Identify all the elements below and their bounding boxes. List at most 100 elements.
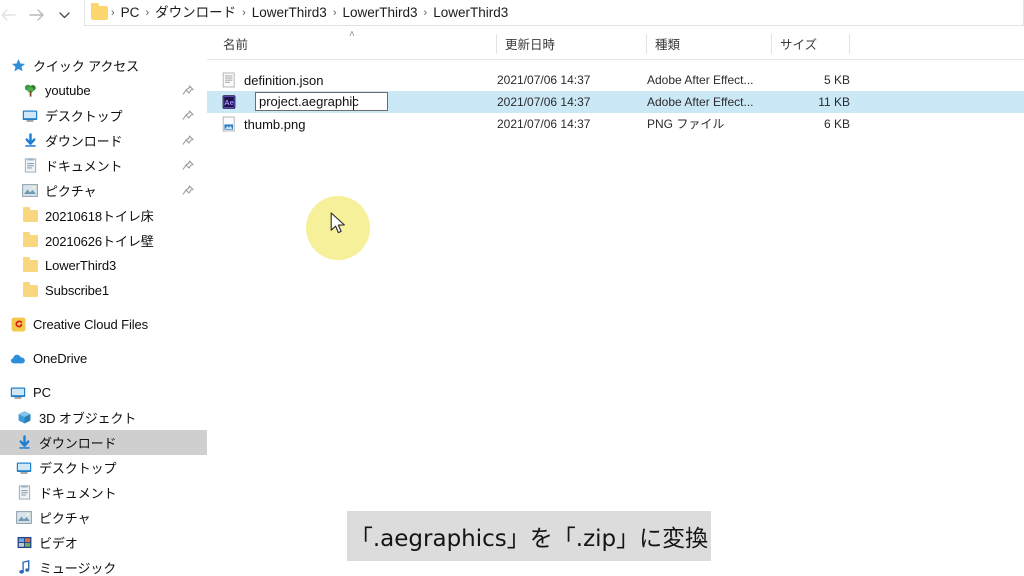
folder-icon: [20, 232, 40, 250]
pictures-icon: [14, 509, 34, 527]
column-header-date-modified[interactable]: 更新日時: [497, 29, 647, 59]
table-row[interactable]: definition.json 2021/07/06 14:37 Adobe A…: [207, 69, 1024, 91]
file-type-cell: PNG ファイル: [647, 117, 725, 131]
column-header-type[interactable]: 種類: [647, 29, 772, 59]
file-type-cell: Adobe After Effect...: [647, 95, 754, 109]
sidebar-item-label: youtube: [45, 83, 91, 98]
folder-icon: [20, 257, 40, 275]
sidebar-item-pictures[interactable]: ピクチャ: [0, 178, 207, 203]
folder-icon: [20, 282, 40, 300]
sidebar-item-downloads-pc[interactable]: ダウンロード: [0, 430, 207, 455]
breadcrumb-item-downloads[interactable]: ダウンロード: [150, 1, 241, 25]
file-type-cell: Adobe After Effect...: [647, 73, 754, 87]
pc-icon: [8, 384, 28, 402]
sidebar-item-videos[interactable]: ビデオ: [0, 530, 207, 555]
sidebar-item-label: ダウンロード: [45, 134, 123, 149]
videos-icon: [14, 534, 34, 552]
recent-locations-button[interactable]: [50, 2, 78, 28]
documents-icon: [20, 157, 40, 175]
breadcrumb-item-lowerthird3-2[interactable]: LowerThird3: [338, 1, 423, 25]
breadcrumb-item-lowerthird3-1[interactable]: LowerThird3: [247, 1, 332, 25]
json-file-icon: [221, 72, 237, 88]
sidebar-item-documents[interactable]: ドキュメント: [0, 153, 207, 178]
breadcrumb-item-pc[interactable]: PC: [116, 1, 145, 25]
column-header-label: 種類: [655, 38, 681, 52]
text-cursor: [353, 96, 354, 110]
mouse-cursor: [306, 196, 370, 260]
sidebar-item-label: デスクトップ: [45, 109, 123, 124]
sidebar-item-documents-pc[interactable]: ドキュメント: [0, 480, 207, 505]
sidebar-item-desktop-pc[interactable]: デスクトップ: [0, 455, 207, 480]
column-divider[interactable]: [849, 34, 850, 54]
sidebar-item-desktop[interactable]: デスクトップ: [0, 103, 207, 128]
sidebar-item-label: 20210626トイレ壁: [45, 234, 154, 249]
sidebar-item-onedrive[interactable]: OneDrive: [0, 346, 207, 371]
breadcrumb-item-lowerthird3-3[interactable]: LowerThird3: [428, 1, 513, 25]
download-icon: [20, 132, 40, 150]
file-name-cell[interactable]: thumb.png: [221, 113, 305, 135]
after-effects-file-icon: Ae: [221, 94, 237, 110]
file-name-cell[interactable]: Ae project.aegraphic: [221, 91, 388, 113]
svg-text:Ae: Ae: [224, 98, 233, 107]
sidebar-item-pictures-pc[interactable]: ピクチャ: [0, 505, 207, 530]
breadcrumb[interactable]: › PC › ダウンロード › LowerThird3 › LowerThird…: [84, 0, 1024, 26]
file-date-cell: 2021/07/06 14:37: [497, 95, 591, 109]
sidebar-item-label: ダウンロード: [39, 436, 117, 451]
file-list-pane[interactable]: 名前 ˄ 更新日時 種類 サイズ definition.json 2021/07…: [207, 29, 1024, 576]
sidebar-item-20210618[interactable]: 20210618トイレ床: [0, 203, 207, 228]
subtitle-caption-text: 「.aegraphics」を「.zip」に変換: [349, 526, 709, 552]
sidebar-item-subscribe1[interactable]: Subscribe1: [0, 278, 207, 303]
desktop-icon: [14, 459, 34, 477]
pin-icon[interactable]: [182, 184, 194, 196]
sidebar-item-lowerthird3[interactable]: LowerThird3: [0, 253, 207, 278]
file-size-cell: 6 KB: [823, 117, 850, 131]
sidebar-item-20210626[interactable]: 20210626トイレ壁: [0, 228, 207, 253]
sort-ascending-icon: ˄: [349, 29, 355, 40]
back-button[interactable]: [0, 2, 22, 28]
pin-icon[interactable]: [182, 84, 194, 96]
navigation-pane[interactable]: クイック アクセス youtube デスクトップ ダウンロード ドキュメント ピ…: [0, 29, 207, 576]
file-size-cell: 11 KB: [818, 95, 850, 109]
tree-icon: [20, 82, 40, 100]
file-name-label: definition.json: [244, 72, 324, 88]
file-name-label: thumb.png: [244, 116, 306, 132]
sidebar-item-label: ドキュメント: [45, 159, 123, 174]
rename-input[interactable]: project.aegraphic: [255, 92, 388, 111]
sidebar-item-label: LowerThird3: [45, 258, 117, 273]
desktop-icon: [20, 107, 40, 125]
sidebar-item-quick-access[interactable]: クイック アクセス: [0, 53, 207, 78]
sidebar-item-label: ミュージック: [39, 561, 117, 576]
file-explorer-window: › PC › ダウンロード › LowerThird3 › LowerThird…: [0, 0, 1024, 576]
star-icon: [8, 57, 28, 75]
column-header-name[interactable]: 名前: [215, 29, 497, 59]
folder-icon: [91, 2, 108, 20]
sidebar-item-label: OneDrive: [33, 351, 88, 366]
sidebar-item-downloads[interactable]: ダウンロード: [0, 128, 207, 153]
pin-icon[interactable]: [182, 109, 194, 121]
sidebar-item-label: Creative Cloud Files: [33, 317, 149, 332]
pin-icon[interactable]: [182, 159, 194, 171]
file-name-cell[interactable]: definition.json: [221, 69, 324, 91]
pin-icon[interactable]: [182, 134, 194, 146]
file-size-cell: 5 KB: [823, 73, 850, 87]
creative-cloud-icon: [8, 316, 28, 334]
table-row[interactable]: thumb.png 2021/07/06 14:37 PNG ファイル 6 KB: [207, 113, 1024, 135]
sidebar-item-3d-objects[interactable]: 3D オブジェクト: [0, 405, 207, 430]
column-header-label: サイズ: [780, 38, 818, 52]
sidebar-item-label: PC: [33, 385, 51, 400]
download-icon: [14, 434, 34, 452]
forward-button[interactable]: [22, 2, 50, 28]
subtitle-caption: 「.aegraphics」を「.zip」に変換: [347, 511, 711, 561]
sidebar-item-creative-cloud-files[interactable]: Creative Cloud Files: [0, 312, 207, 337]
column-header-row: 名前 ˄ 更新日時 種類 サイズ: [207, 29, 1024, 60]
table-row[interactable]: Ae project.aegraphic 2021/07/06 14:37 Ad…: [207, 91, 1024, 113]
sidebar-item-youtube[interactable]: youtube: [0, 78, 207, 103]
sidebar-item-pc[interactable]: PC: [0, 380, 207, 405]
sidebar-item-label: ドキュメント: [39, 486, 117, 501]
mouse-pointer-icon: [330, 212, 348, 236]
onedrive-icon: [8, 350, 28, 368]
pictures-icon: [20, 182, 40, 200]
column-header-size[interactable]: サイズ: [772, 29, 850, 59]
folder-icon: [20, 207, 40, 225]
sidebar-item-music[interactable]: ミュージック: [0, 555, 207, 576]
